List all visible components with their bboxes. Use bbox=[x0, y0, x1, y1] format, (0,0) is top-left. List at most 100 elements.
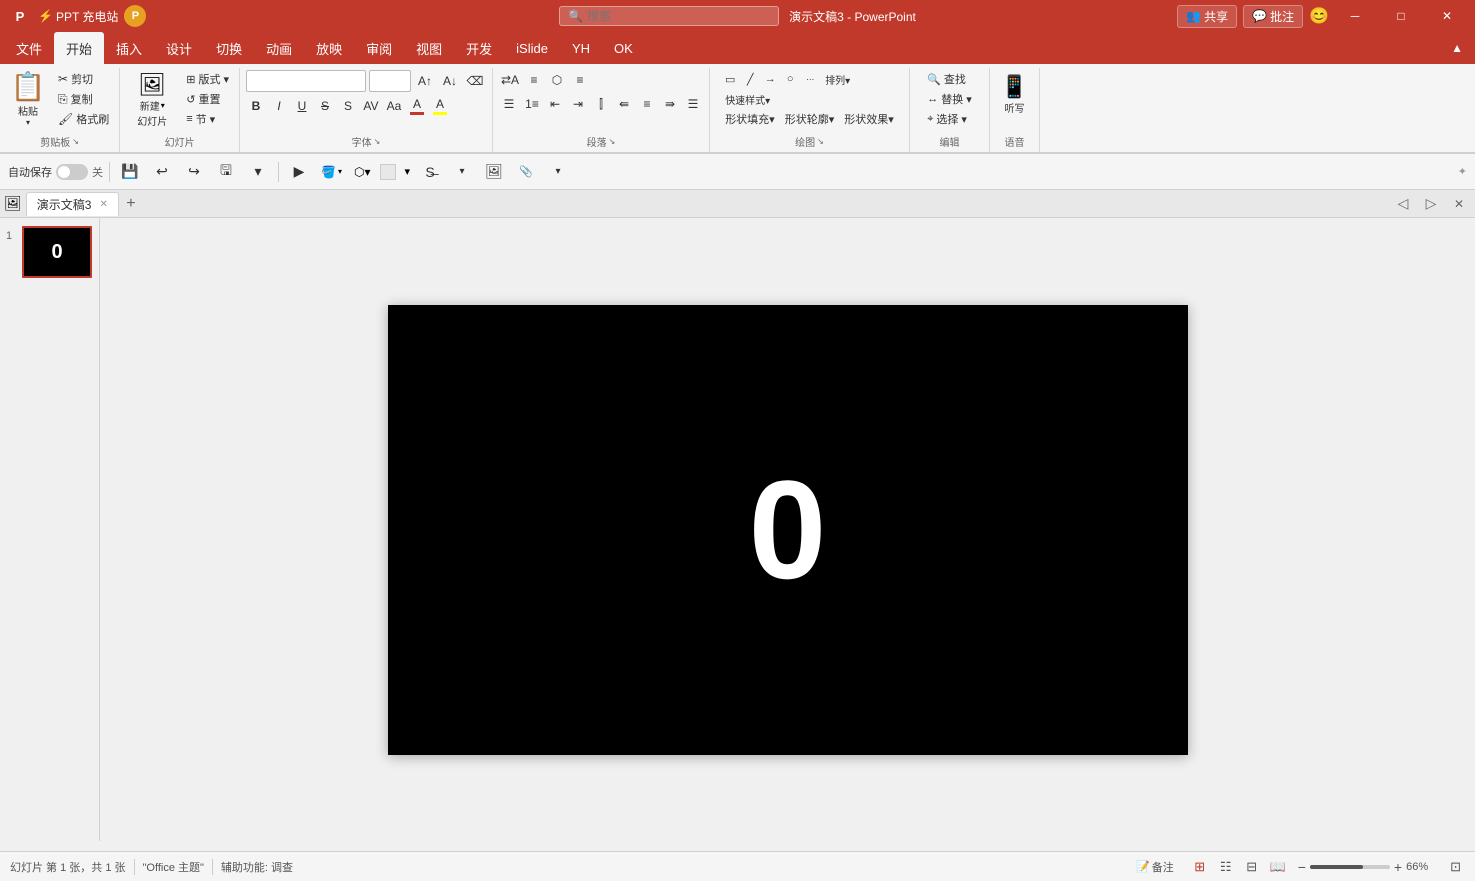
font-color-btn[interactable]: A bbox=[407, 96, 427, 116]
find-button[interactable]: 🔍 查找 bbox=[923, 70, 970, 88]
increase-indent-btn[interactable]: ⇥ bbox=[568, 94, 588, 114]
tab-review[interactable]: 审阅 bbox=[354, 32, 404, 64]
save-as-btn[interactable]: 🖫 bbox=[212, 159, 240, 185]
strikethrough-btn[interactable]: S bbox=[315, 96, 335, 116]
cut-button[interactable]: ✂ 剪切 bbox=[54, 70, 113, 88]
convert-smartart-btn[interactable]: ⬡ bbox=[547, 70, 567, 90]
char-spacing-btn[interactable]: AV bbox=[361, 96, 381, 116]
close-tab-icon[interactable]: ✕ bbox=[99, 199, 107, 210]
tab-view[interactable]: 视图 bbox=[404, 32, 454, 64]
shape-rect-icon[interactable]: ▭ bbox=[721, 70, 739, 88]
decrease-font-size-btn[interactable]: A↓ bbox=[439, 70, 461, 92]
tab-slideshow[interactable]: 放映 bbox=[304, 32, 354, 64]
share-button[interactable]: 👥 共享 bbox=[1177, 5, 1237, 28]
close-button[interactable]: ✕ bbox=[1427, 3, 1467, 29]
emoji-btn[interactable]: 😊 bbox=[1309, 6, 1329, 26]
shape-outline-btn[interactable]: 形状轮廓▾ bbox=[781, 110, 839, 128]
office-btn[interactable]: 📎 bbox=[512, 159, 540, 185]
tab-yh[interactable]: YH bbox=[560, 32, 602, 64]
select-button[interactable]: ⌖ 选择 ▾ bbox=[923, 110, 971, 128]
shadow-btn[interactable]: S bbox=[338, 96, 358, 116]
tab-islide[interactable]: iSlide bbox=[504, 32, 560, 64]
text-direction-btn[interactable]: ⇄A bbox=[499, 70, 521, 90]
shape-line-icon[interactable]: ╱ bbox=[741, 70, 759, 88]
close-ribbon-btn[interactable]: ✕ bbox=[1447, 192, 1471, 216]
tab-transitions[interactable]: 切换 bbox=[204, 32, 254, 64]
ppt-charge-btn[interactable]: ⚡ PPT 充电站 bbox=[38, 8, 118, 25]
tab-insert[interactable]: 插入 bbox=[104, 32, 154, 64]
save-btn[interactable]: 💾 bbox=[116, 159, 144, 185]
underline-btn[interactable]: U bbox=[292, 96, 312, 116]
increase-font-size-btn[interactable]: A↑ bbox=[414, 70, 436, 92]
drawing-expand-icon[interactable]: ↘ bbox=[817, 137, 824, 146]
undo-btn[interactable]: ↩ bbox=[148, 159, 176, 185]
start-from-beginning-btn[interactable]: ▶ bbox=[285, 159, 313, 185]
shape-fill-btn[interactable]: 形状填充▾ bbox=[721, 110, 779, 128]
highlight-color-btn[interactable]: A bbox=[430, 96, 450, 116]
color-white[interactable] bbox=[380, 164, 396, 180]
align-right-btn[interactable]: ⇛ bbox=[660, 94, 680, 114]
italic-btn[interactable]: I bbox=[269, 96, 289, 116]
reading-view-btn[interactable]: 📖 bbox=[1266, 856, 1290, 878]
notes-button[interactable]: 📝 备注 bbox=[1130, 857, 1180, 877]
qa-expand-btn[interactable]: ▾ bbox=[544, 159, 572, 185]
zoom-in-icon[interactable]: + bbox=[1394, 859, 1402, 875]
new-tab-btn[interactable]: + bbox=[119, 192, 143, 216]
tab-home[interactable]: 开始 bbox=[54, 32, 104, 64]
outline-view-btn[interactable]: ☷ bbox=[1214, 856, 1238, 878]
decrease-indent-btn[interactable]: ⇤ bbox=[545, 94, 565, 114]
quick-styles-btn[interactable]: 快速样式▾ bbox=[721, 90, 774, 108]
color-more-qa-btn[interactable]: ▾ bbox=[402, 163, 412, 180]
image-qa-btn[interactable]: 🖼 bbox=[480, 159, 508, 185]
qa-more-btn[interactable]: ▾ bbox=[244, 159, 272, 185]
reset-button[interactable]: ↺ 重置 bbox=[182, 90, 233, 108]
font-expand-icon[interactable]: ↘ bbox=[374, 137, 381, 146]
arrange-btn[interactable]: 排列▾ bbox=[821, 70, 854, 88]
tab-developer[interactable]: 开发 bbox=[454, 32, 504, 64]
section-button[interactable]: ≡ 节 ▾ bbox=[182, 110, 233, 128]
font-size-input[interactable]: 287 bbox=[369, 70, 411, 92]
new-slide-button[interactable]: 🖼 新建 ▾ 幻灯片 bbox=[126, 70, 178, 130]
shadow-qa-btn[interactable]: S̶ bbox=[416, 159, 444, 185]
copy-button[interactable]: ⎘ 复制 bbox=[54, 90, 113, 108]
next-tab-btn[interactable]: ▷ bbox=[1419, 192, 1443, 216]
fill-color-dropdown[interactable]: ▾ bbox=[338, 167, 342, 176]
zoom-slider[interactable] bbox=[1310, 865, 1390, 869]
search-input[interactable] bbox=[587, 9, 747, 23]
paste-button[interactable]: 📋 粘贴 ▾ bbox=[6, 70, 50, 126]
slide-sorter-btn[interactable]: ⊟ bbox=[1240, 856, 1264, 878]
zoom-level[interactable]: 66% bbox=[1406, 861, 1438, 873]
shadow-dropdown-qa[interactable]: ▾ bbox=[448, 159, 476, 185]
zoom-out-icon[interactable]: − bbox=[1298, 859, 1306, 875]
para-expand-icon[interactable]: ↘ bbox=[609, 137, 616, 146]
format-painter-button[interactable]: 🖌 格式刷 bbox=[54, 110, 113, 128]
fit-slide-btn[interactable]: ⊡ bbox=[1446, 857, 1465, 877]
comment-button[interactable]: 💬 批注 bbox=[1243, 5, 1303, 28]
listen-button[interactable]: 📱 听写 bbox=[997, 70, 1032, 119]
slide-item-1[interactable]: 1 0 bbox=[6, 226, 93, 278]
minimize-button[interactable]: ─ bbox=[1335, 3, 1375, 29]
prev-tab-btn[interactable]: ◁ bbox=[1391, 192, 1415, 216]
clipboard-expand-icon[interactable]: ↘ bbox=[72, 137, 79, 146]
normal-view-btn[interactable]: ⊞ bbox=[1188, 856, 1212, 878]
restore-button[interactable]: □ bbox=[1381, 3, 1421, 29]
slide-canvas[interactable]: 0 bbox=[388, 305, 1188, 755]
layout-button[interactable]: ⊞ 版式 ▾ bbox=[182, 70, 233, 88]
align-left-btn[interactable]: ⇚ bbox=[614, 94, 634, 114]
slide-thumbnail-1[interactable]: 0 bbox=[22, 226, 92, 278]
case-btn[interactable]: Aa bbox=[384, 96, 404, 116]
justify-btn[interactable]: ☰ bbox=[683, 94, 703, 114]
search-box[interactable]: 🔍 bbox=[559, 6, 779, 26]
tab-design[interactable]: 设计 bbox=[154, 32, 204, 64]
collapse-ribbon-btn[interactable]: ▲ bbox=[1443, 37, 1471, 59]
replace-button[interactable]: ↔ 替换 ▾ bbox=[923, 90, 976, 108]
shape-effect-btn[interactable]: 形状效果▾ bbox=[840, 110, 898, 128]
outline-qa-btn[interactable]: ⬡▾ bbox=[350, 163, 375, 181]
toggle-switch[interactable] bbox=[56, 164, 88, 180]
numbering-btn[interactable]: 1≡ bbox=[522, 94, 542, 114]
align-text-btn[interactable]: ≡ bbox=[524, 70, 544, 90]
line-spacing-btn[interactable]: ≡ bbox=[570, 70, 590, 90]
align-center-btn[interactable]: ≡ bbox=[637, 94, 657, 114]
tab-animations[interactable]: 动画 bbox=[254, 32, 304, 64]
autosave-toggle[interactable]: 自动保存 关 bbox=[8, 164, 103, 180]
